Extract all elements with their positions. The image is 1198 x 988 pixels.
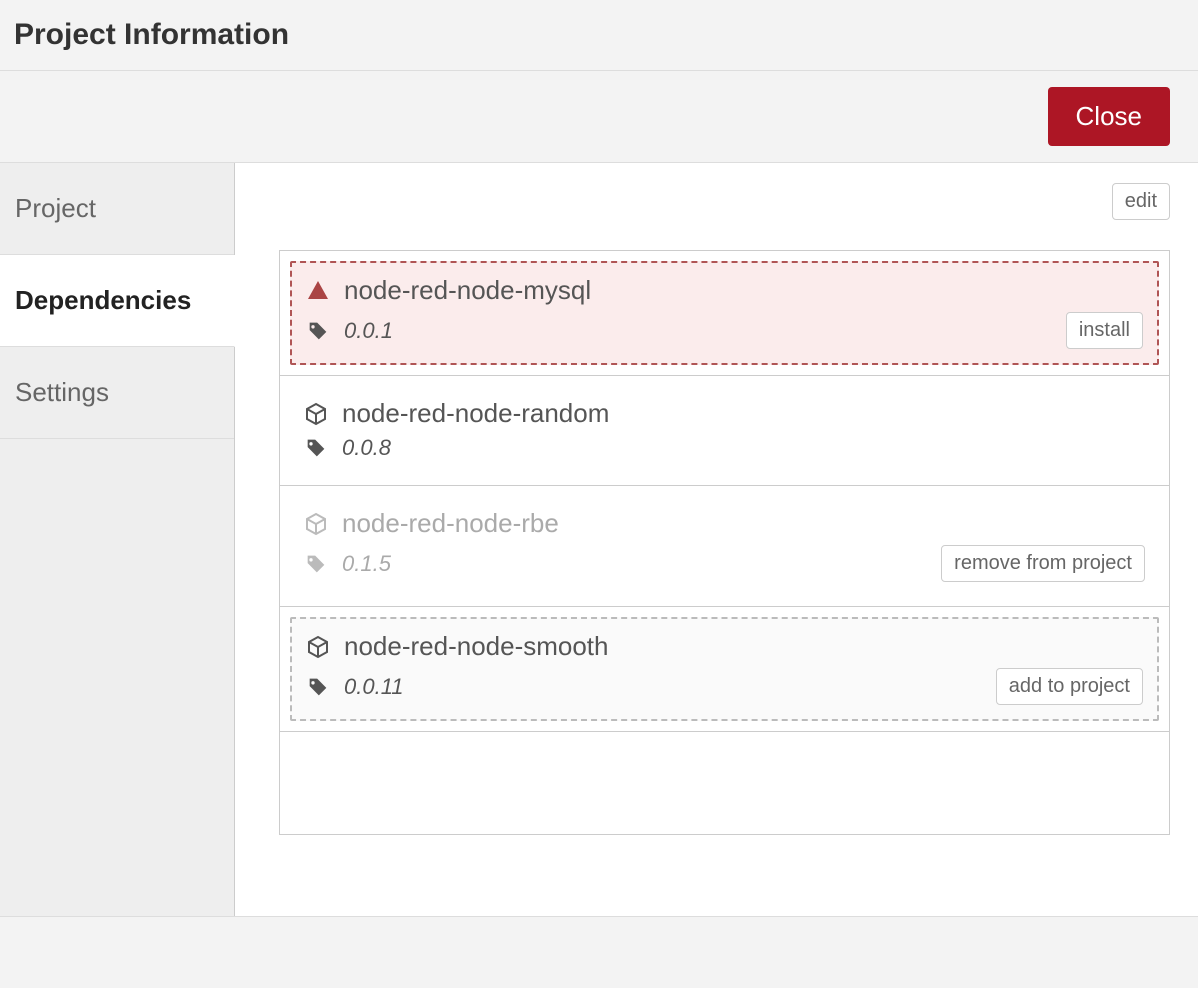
dependency-version: 0.0.8 [342, 435, 391, 461]
list-tail [280, 731, 1169, 747]
dependency-card-available: node-red-node-smooth 0.0.11 add to proje… [290, 617, 1159, 721]
tag-icon [304, 552, 328, 576]
dependency-name-line: node-red-node-smooth [306, 631, 1143, 662]
dependency-row: node-red-node-random 0.0.8 [280, 376, 1169, 486]
header: Project Information [0, 0, 1198, 71]
dependency-version: 0.0.1 [344, 318, 393, 344]
dependency-row: node-red-node-smooth 0.0.11 add to proje… [280, 607, 1169, 731]
footer [0, 916, 1198, 988]
dependency-row: node-red-node-rbe 0.1.5 remove from proj… [280, 486, 1169, 607]
dependency-name-line: node-red-node-random [304, 398, 1145, 429]
dependency-name: node-red-node-smooth [344, 631, 609, 662]
close-button[interactable]: Close [1048, 87, 1170, 146]
dependency-version: 0.1.5 [342, 551, 391, 577]
main-panel: edit node-red-node-mysql [235, 163, 1198, 916]
sidebar-item-project[interactable]: Project [0, 163, 234, 255]
dependency-version-line: 0.0.8 [304, 435, 1145, 461]
sidebar-item-dependencies[interactable]: Dependencies [0, 255, 235, 347]
edit-button[interactable]: edit [1112, 183, 1170, 220]
body: Project Dependencies Settings edit node-… [0, 163, 1198, 916]
install-button[interactable]: install [1066, 312, 1143, 349]
toolbar: Close [0, 71, 1198, 163]
dependency-card: node-red-node-random 0.0.8 [290, 386, 1159, 475]
dependency-version-line: 0.0.1 install [306, 312, 1143, 349]
cube-icon [304, 402, 328, 426]
dependency-name-line: node-red-node-rbe [304, 508, 1145, 539]
dependency-version-line: 0.1.5 remove from project [304, 545, 1145, 582]
cube-icon [306, 635, 330, 659]
tag-icon [304, 436, 328, 460]
edit-row: edit [279, 183, 1170, 220]
dependency-card-unused: node-red-node-rbe 0.1.5 remove from proj… [290, 496, 1159, 596]
remove-from-project-button[interactable]: remove from project [941, 545, 1145, 582]
tag-icon [306, 319, 330, 343]
dependency-row: node-red-node-mysql 0.0.1 install [280, 251, 1169, 376]
dependency-card-warning: node-red-node-mysql 0.0.1 install [290, 261, 1159, 365]
dependency-version: 0.0.11 [344, 674, 404, 700]
warning-icon [306, 279, 330, 303]
cube-icon [304, 512, 328, 536]
dependencies-list[interactable]: node-red-node-mysql 0.0.1 install [279, 250, 1170, 835]
dependency-name-line: node-red-node-mysql [306, 275, 1143, 306]
add-to-project-button[interactable]: add to project [996, 668, 1143, 705]
page-title: Project Information [14, 18, 1184, 52]
dependency-name: node-red-node-rbe [342, 508, 559, 539]
tag-icon [306, 675, 330, 699]
dependency-name: node-red-node-random [342, 398, 609, 429]
sidebar-item-settings[interactable]: Settings [0, 347, 234, 439]
dependency-name: node-red-node-mysql [344, 275, 591, 306]
dependency-version-line: 0.0.11 add to project [306, 668, 1143, 705]
sidebar: Project Dependencies Settings [0, 163, 235, 916]
